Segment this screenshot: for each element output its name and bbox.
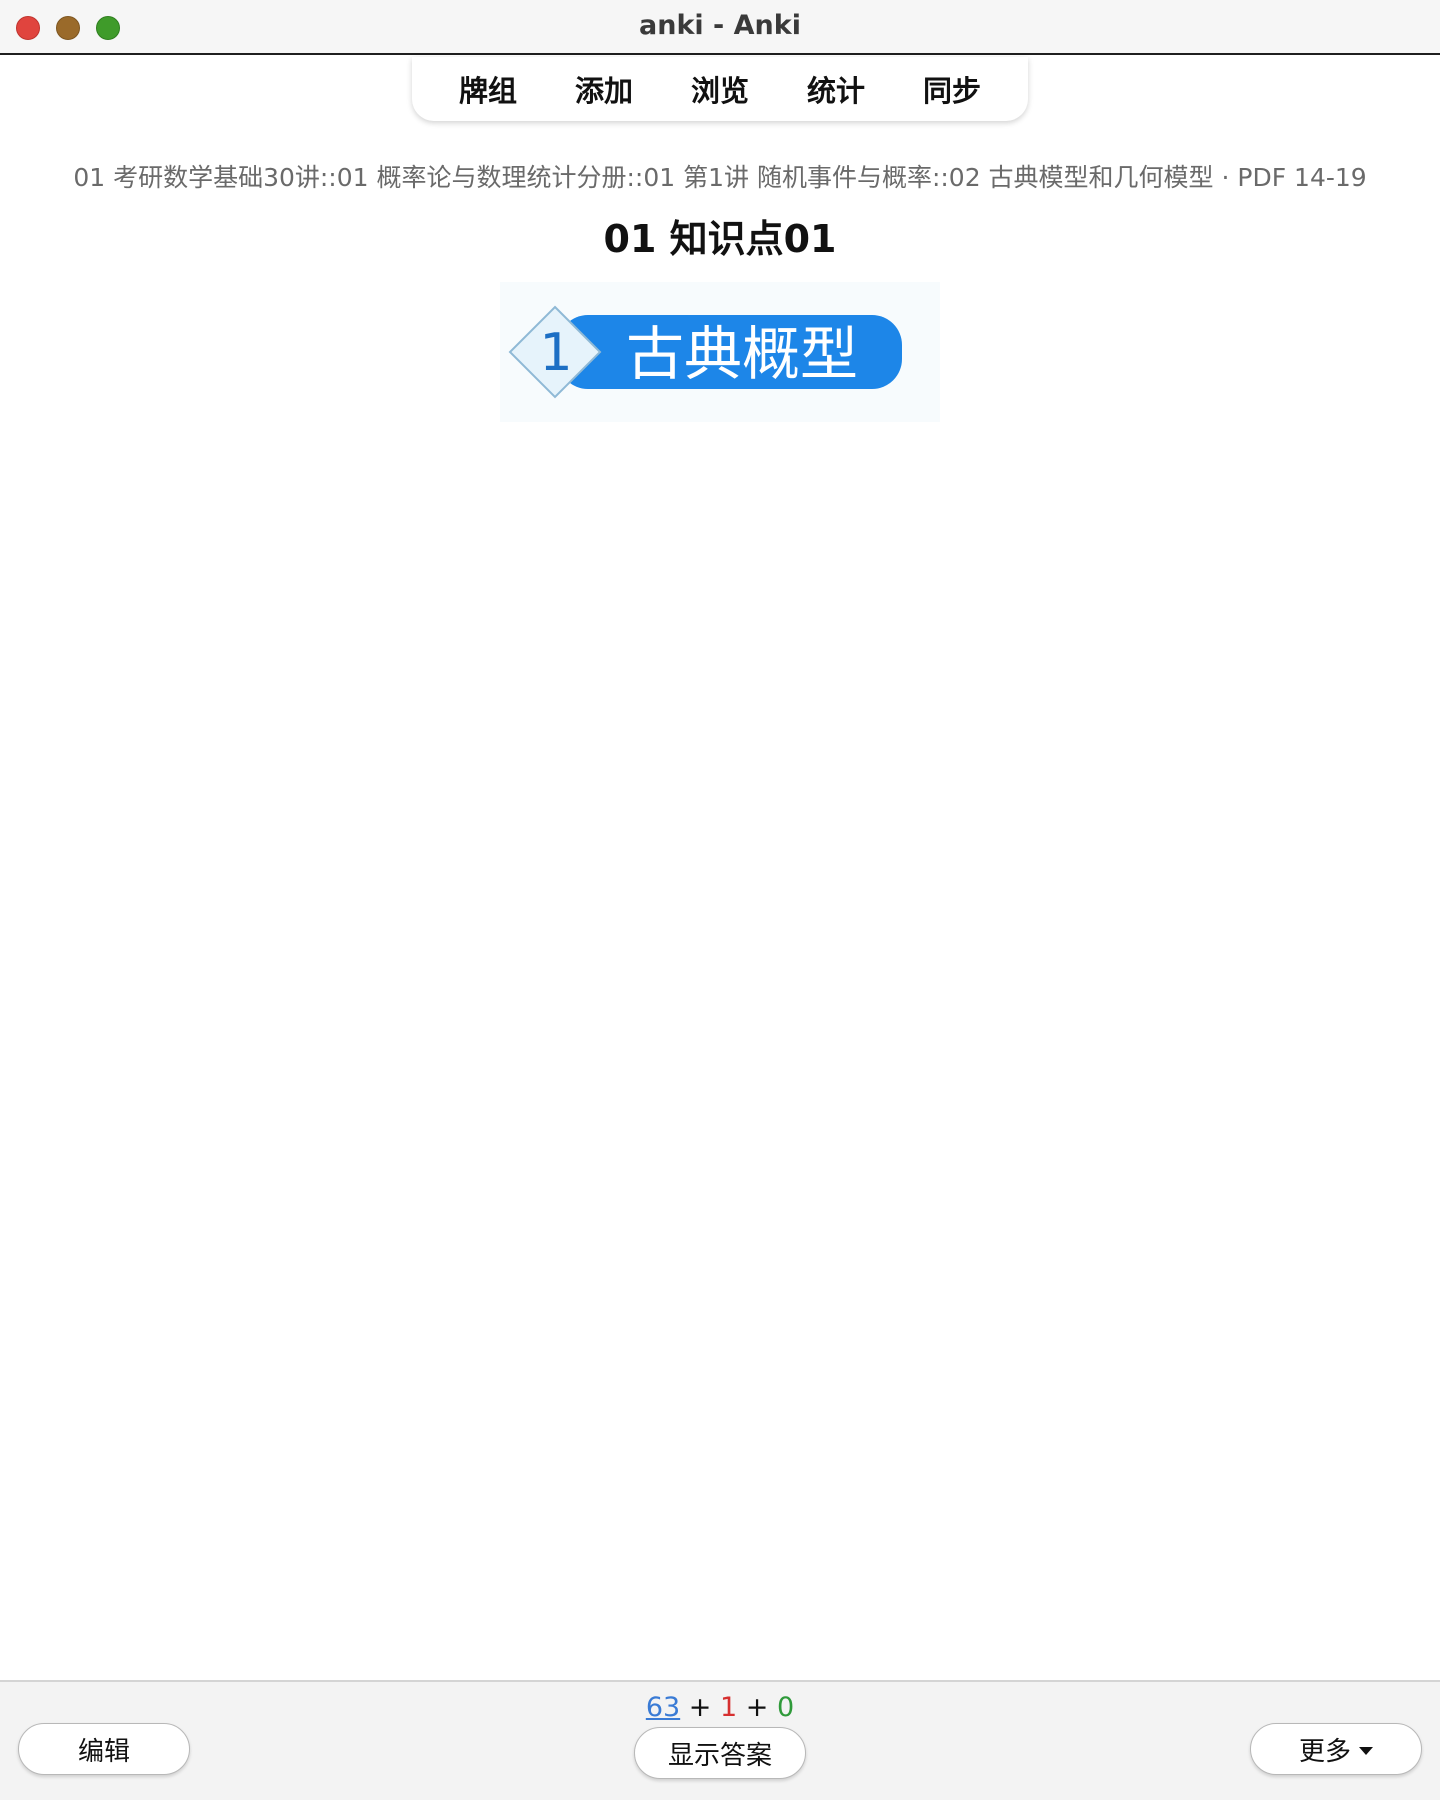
count-separator: + (745, 1692, 769, 1723)
learn-count: 1 (719, 1692, 738, 1723)
nav-decks[interactable]: 牌组 (453, 64, 523, 114)
chevron-down-icon (1359, 1747, 1373, 1755)
review-count: 0 (776, 1692, 795, 1723)
more-button[interactable]: 更多 (1250, 1723, 1422, 1775)
edit-button-label: 编辑 (77, 1736, 130, 1767)
nav-stats[interactable]: 统计 (801, 64, 871, 114)
window-title: anki - Anki (639, 10, 801, 41)
title-bar: anki - Anki (0, 0, 1440, 55)
count-separator: + (688, 1692, 712, 1723)
card-title: 01 知识点01 (603, 217, 837, 261)
new-count[interactable]: 63 (646, 1692, 680, 1723)
banner-label: 古典概型 (626, 320, 858, 388)
top-navigation: 牌组 添加 浏览 统计 同步 (412, 57, 1028, 121)
anki-window: anki - Anki 牌组 添加 浏览 统计 同步 01 考研数学基础30讲:… (0, 0, 1440, 1800)
more-button-label: 更多 (1298, 1736, 1351, 1767)
section-banner-image: 1 古典概型 (500, 282, 940, 422)
nav-browse[interactable]: 浏览 (685, 64, 755, 114)
banner-number: 1 (539, 323, 572, 383)
show-answer-label: 显示答案 (667, 1740, 772, 1771)
show-answer-button[interactable]: 显示答案 (634, 1727, 806, 1779)
nav-sync[interactable]: 同步 (917, 64, 987, 114)
bottom-bar: 63 + 1 + 0 编辑 显示答案 更多 (0, 1680, 1440, 1800)
review-counts: 63 + 1 + 0 (0, 1692, 1440, 1723)
edit-button[interactable]: 编辑 (18, 1723, 190, 1775)
deck-path: 01 考研数学基础30讲::01 概率论与数理统计分册::01 第1讲 随机事件… (73, 163, 1367, 192)
nav-add[interactable]: 添加 (569, 64, 639, 114)
